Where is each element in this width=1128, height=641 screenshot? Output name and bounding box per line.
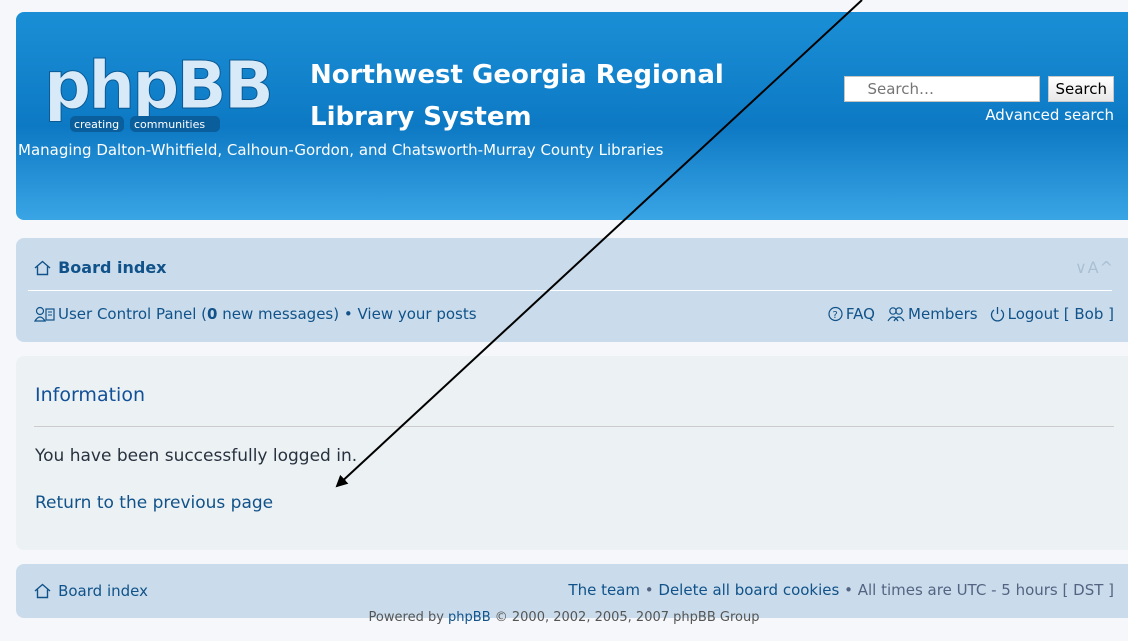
members-icon [887,307,905,322]
svg-text:creating: creating [74,118,119,131]
delete-cookies-link[interactable]: Delete all board cookies [658,581,839,599]
svg-text:phpBB: phpBB [44,48,271,124]
font-resize-control[interactable]: ∨A^ [1075,258,1114,277]
site-description: Managing Dalton-Whitfield, Calhoun-Gordo… [18,141,664,159]
phpbb-logo[interactable]: phpBB creating communities [42,48,300,134]
search-button[interactable]: Search [1048,76,1114,102]
site-header: phpBB creating communities Northwest Geo… [16,12,1128,220]
powered-by-suffix: © 2000, 2002, 2005, 2007 phpBB Group [490,610,760,625]
navbar: Board index ∨A^ User Control Panel (0 ne… [16,238,1128,342]
svg-text:communities: communities [134,118,205,131]
page: phpBB creating communities Northwest Geo… [16,12,1128,618]
new-messages-count: 0 [207,305,218,323]
breadcrumb-board-index[interactable]: Board index [58,258,166,277]
user-control-panel-icon [34,306,55,322]
home-icon [34,260,51,276]
faq-link[interactable]: FAQ [846,305,875,323]
footer-board-index-link[interactable]: Board index [58,582,148,600]
ucp-label: User Control Panel ( [58,305,208,323]
timezone-text: All times are UTC - 5 hours [ DST ] [857,581,1114,599]
powered-by-prefix: Powered by [368,610,449,625]
footer-separator: • [839,581,858,599]
faq-icon: ? [828,306,843,322]
return-previous-page-link[interactable]: Return to the previous page [35,493,273,513]
the-team-link[interactable]: The team [568,581,640,599]
site-title: Northwest Georgia Regional Library Syste… [310,54,724,138]
members-link[interactable]: Members [908,305,978,323]
logout-link[interactable]: Logout [ Bob ] [1008,305,1114,323]
nav-separator: • [339,305,358,323]
home-icon [34,583,51,599]
site-title-line2: Library System [310,102,532,132]
advanced-search-link[interactable]: Advanced search [985,106,1114,124]
site-title-line1: Northwest Georgia Regional [310,60,724,90]
logout-icon [990,307,1004,322]
login-success-message: You have been successfully logged in. [35,446,358,466]
user-control-panel-link[interactable]: User Control Panel (0 new messages) [58,305,339,323]
search-input[interactable] [844,76,1041,102]
search-box: Search [844,76,1114,102]
svg-text:?: ? [832,310,837,321]
copyright: Powered by phpBB © 2000, 2002, 2005, 200… [0,610,1128,625]
footer-separator: • [640,581,659,599]
panel-title: Information [35,384,145,406]
panel-divider [34,426,1114,427]
nav-divider [28,290,1112,291]
view-your-posts-link[interactable]: View your posts [358,305,477,323]
information-panel: Information You have been successfully l… [16,356,1128,550]
phpbb-link[interactable]: phpBB [448,610,491,625]
new-messages-suffix: new messages) [217,305,340,323]
breadcrumb: Board index [34,258,167,277]
